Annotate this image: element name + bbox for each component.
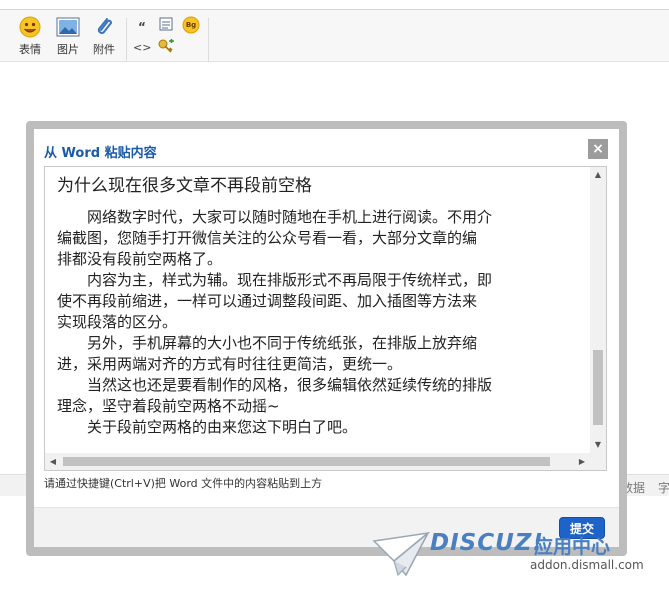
- attachment-label: 附件: [93, 43, 115, 56]
- toolbar-separator: [208, 18, 209, 62]
- image-icon: [56, 17, 80, 37]
- dialog-title: 从 Word 粘贴内容: [44, 146, 157, 161]
- editor-top-border: [0, 0, 669, 10]
- scrollbar-corner: [590, 453, 606, 470]
- horizontal-scrollbar[interactable]: ◀ ▶: [45, 453, 590, 470]
- text-line: 排都没有段前空两格了。: [57, 250, 223, 268]
- code-button[interactable]: <>: [133, 39, 151, 57]
- toolbar-separator: [126, 18, 127, 62]
- text-line: 编截图，您随手打开微信关注的公众号看一看，大部分文章的编: [57, 229, 478, 247]
- attachment-button[interactable]: 附件: [87, 16, 121, 57]
- text-line: 当然这也还是要看制作的风格，很多编辑依然延续传统的排版: [57, 376, 493, 394]
- emoji-label: 表情: [19, 43, 41, 56]
- paste-from-word-dialog: 从 Word 粘贴内容 × 为什么现在很多文章不再段前空格 网络数字时代，大家可…: [34, 129, 619, 547]
- emoji-button[interactable]: 表情: [13, 16, 47, 57]
- paper-plane-icon: [372, 531, 430, 577]
- quote-icon: “: [138, 20, 146, 34]
- watermark-subtitle: 应用中心: [534, 536, 611, 558]
- image-label: 图片: [57, 43, 79, 56]
- paperclip-icon: [97, 18, 112, 34]
- strip-word-link[interactable]: 字: [658, 479, 669, 496]
- table-button[interactable]: [157, 16, 175, 34]
- text-line: 网络数字时代，大家可以随时随地在手机上进行阅读。不用介: [57, 208, 493, 226]
- scroll-right-icon[interactable]: ▶: [574, 453, 590, 470]
- text-line: 实现段落的区分。: [57, 313, 178, 331]
- paste-area[interactable]: 为什么现在很多文章不再段前空格 网络数字时代，大家可以随时随地在手机上进行阅读。…: [44, 166, 607, 471]
- text-line: 内容为主，样式为辅。现在排版形式不再局限于传统样式，即: [57, 271, 493, 289]
- watermark-url: addon.dismall.com: [530, 558, 644, 572]
- text-line: 使不再段前缩进，一样可以通过调整段间距、加入插图等方法来: [57, 292, 478, 310]
- bg-label: Bg: [185, 21, 197, 29]
- vertical-scroll-thumb[interactable]: [593, 350, 603, 425]
- code-icon: <>: [133, 41, 152, 54]
- image-button[interactable]: 图片: [51, 16, 85, 57]
- scroll-up-icon[interactable]: ▲: [590, 167, 606, 183]
- close-icon: ×: [592, 141, 604, 157]
- page: 表情 图片 附件 “ Bg <> 数据 字 从 Word 粘贴内容 × 为什么现…: [0, 0, 669, 591]
- quote-button[interactable]: “: [133, 18, 151, 36]
- paste-content[interactable]: 为什么现在很多文章不再段前空格 网络数字时代，大家可以随时随地在手机上进行阅读。…: [45, 167, 590, 453]
- paste-hint: 请通过快捷键(Ctrl+V)把 Word 文件中的内容粘贴到上方: [44, 477, 323, 490]
- scroll-left-icon[interactable]: ◀: [45, 453, 61, 470]
- text-line: 另外，手机屏幕的大小也不同于传统纸张，在排版上放弃缩: [57, 334, 478, 352]
- article-title: 为什么现在很多文章不再段前空格: [57, 176, 312, 196]
- text-line: 关于段前空两格的由来您这下明白了吧。: [57, 418, 358, 436]
- editor-toolbar: 表情 图片 附件 “ Bg <>: [0, 10, 669, 62]
- text-line: 进，采用两端对齐的方式有时往往更简洁，更统一。: [57, 355, 403, 373]
- background-button[interactable]: Bg: [182, 16, 200, 34]
- text-line: 理念，坚守着段前空两格不动摇~: [57, 397, 280, 415]
- password-button[interactable]: [157, 38, 175, 56]
- key-icon: [158, 39, 174, 53]
- table-icon: [159, 17, 173, 31]
- horizontal-scroll-thumb[interactable]: [63, 457, 550, 466]
- scroll-down-icon[interactable]: ▼: [590, 437, 606, 453]
- watermark: DISCUZ! 应用中心 addon.dismall.com: [372, 527, 662, 589]
- vertical-scrollbar[interactable]: ▲ ▼: [590, 167, 606, 453]
- smiley-icon: [19, 16, 41, 38]
- close-button[interactable]: ×: [588, 139, 608, 159]
- watermark-brand: DISCUZ!: [430, 530, 544, 556]
